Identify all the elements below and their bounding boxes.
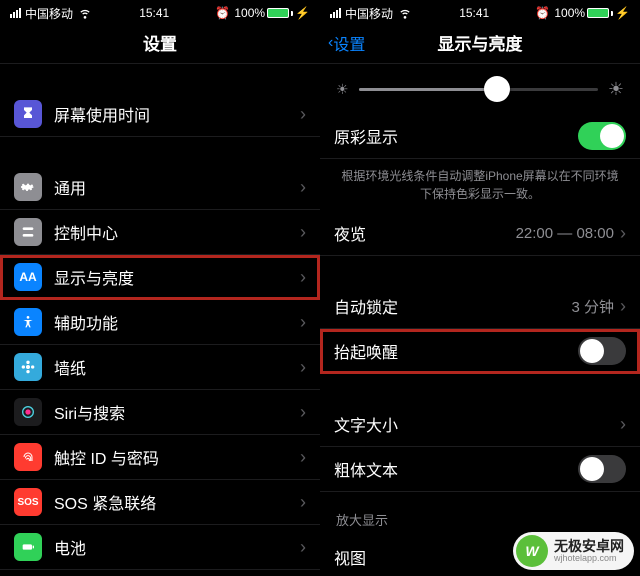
sun-small-icon: ☀︎ <box>336 81 349 98</box>
row-label: 屏幕使用时间 <box>54 102 300 126</box>
chevron-right-icon: › <box>300 447 306 468</box>
row-raise-to-wake: 抬起唤醒 <box>320 329 640 374</box>
watermark-logo-icon: W <box>516 535 548 567</box>
time-label: 15:41 <box>459 6 489 20</box>
row-value: 22:00 — 08:00 <box>516 225 614 242</box>
sos-icon: SOS <box>14 488 42 516</box>
row-label: 电池 <box>54 535 300 559</box>
fingerprint-icon <box>14 443 42 471</box>
switches-icon <box>14 218 42 246</box>
watermark-url: wjhotelapp.com <box>554 554 624 563</box>
row-label: Siri与搜索 <box>54 400 300 424</box>
row-label: 辅助功能 <box>54 310 300 334</box>
row-control-center[interactable]: 控制中心 › <box>0 210 320 255</box>
row-text-size[interactable]: 文字大小 › <box>320 402 640 447</box>
sun-large-icon: ☀︎ <box>608 79 624 100</box>
wifi-icon <box>397 4 413 23</box>
row-label: 显示与亮度 <box>54 265 300 289</box>
row-touch-id[interactable]: 触控 ID 与密码 › <box>0 435 320 480</box>
chevron-right-icon: › <box>300 222 306 243</box>
row-label: 触控 ID 与密码 <box>54 445 300 469</box>
true-tone-toggle[interactable] <box>578 122 626 150</box>
wifi-icon <box>77 4 93 23</box>
alarm-icon: ⏰ <box>215 6 230 20</box>
row-sos[interactable]: SOS SOS 紧急联络 › <box>0 480 320 525</box>
status-bar: 中国移动 15:41 ⏰ 100% ⚡ <box>0 0 320 22</box>
signal-icon <box>330 8 341 18</box>
row-bold-text: 粗体文本 <box>320 447 640 492</box>
raise-to-wake-toggle[interactable] <box>578 337 626 365</box>
hourglass-icon <box>14 100 42 128</box>
status-bar: 中国移动 15:41 ⏰ 100% ⚡ <box>320 0 640 22</box>
text-size-icon: AA <box>14 263 42 291</box>
chevron-right-icon: › <box>300 537 306 558</box>
row-label: SOS 紧急联络 <box>54 490 300 514</box>
row-wallpaper[interactable]: 墙纸 › <box>0 345 320 390</box>
row-label: 原彩显示 <box>334 124 578 148</box>
signal-icon <box>10 8 21 18</box>
watermark-title: 无极安卓网 <box>554 539 624 554</box>
battery-indicator: 100% ⚡ <box>554 6 630 20</box>
row-label: 控制中心 <box>54 220 300 244</box>
chevron-right-icon: › <box>300 177 306 198</box>
row-siri[interactable]: Siri与搜索 › <box>0 390 320 435</box>
chevron-right-icon: › <box>300 357 306 378</box>
chevron-right-icon: › <box>300 312 306 333</box>
gear-icon <box>14 173 42 201</box>
battery-indicator: 100% ⚡ <box>234 6 310 20</box>
chevron-right-icon: › <box>300 104 306 125</box>
charging-icon: ⚡ <box>295 6 310 20</box>
time-label: 15:41 <box>139 6 169 20</box>
row-privacy[interactable]: 隐私 › <box>0 570 320 576</box>
settings-screen: 中国移动 15:41 ⏰ 100% ⚡ 设置 屏幕使用时间 › <box>0 0 320 576</box>
true-tone-footnote: 根据环境光线条件自动调整iPhone屏幕以在不同环境下保持色彩显示一致。 <box>320 159 640 211</box>
row-accessibility[interactable]: 辅助功能 › <box>0 300 320 345</box>
row-display-brightness[interactable]: AA 显示与亮度 › <box>0 255 320 300</box>
row-general[interactable]: 通用 › <box>0 165 320 210</box>
navbar: 设置 <box>0 22 320 64</box>
display-brightness-screen: 中国移动 15:41 ⏰ 100% ⚡ ‹设置 显示与亮度 ☀︎ ☀︎ 原彩 <box>320 0 640 576</box>
brightness-slider[interactable]: ☀︎ ☀︎ <box>320 64 640 114</box>
chevron-right-icon: › <box>300 402 306 423</box>
siri-icon <box>14 398 42 426</box>
page-title: 显示与亮度 <box>438 30 523 55</box>
accessibility-icon <box>14 308 42 336</box>
chevron-right-icon: › <box>620 414 626 435</box>
flower-icon <box>14 353 42 381</box>
battery-icon <box>14 533 42 561</box>
row-label: 夜览 <box>334 221 516 245</box>
row-label: 文字大小 <box>334 412 620 436</box>
carrier-label: 中国移动 <box>345 5 393 22</box>
row-auto-lock[interactable]: 自动锁定 3 分钟 › <box>320 284 640 329</box>
row-night-shift[interactable]: 夜览 22:00 — 08:00 › <box>320 211 640 256</box>
alarm-icon: ⏰ <box>535 6 550 20</box>
chevron-right-icon: › <box>300 492 306 513</box>
page-title: 设置 <box>143 30 177 55</box>
bold-text-toggle[interactable] <box>578 455 626 483</box>
row-label: 抬起唤醒 <box>334 339 578 363</box>
row-screen-time[interactable]: 屏幕使用时间 › <box>0 92 320 137</box>
row-label: 自动锁定 <box>334 294 571 318</box>
row-label: 粗体文本 <box>334 457 578 481</box>
back-button[interactable]: ‹设置 <box>328 31 365 55</box>
row-battery[interactable]: 电池 › <box>0 525 320 570</box>
row-label: 墙纸 <box>54 355 300 379</box>
charging-icon: ⚡ <box>615 6 630 20</box>
battery-icon <box>267 8 289 18</box>
carrier-label: 中国移动 <box>25 5 73 22</box>
row-true-tone: 原彩显示 <box>320 114 640 159</box>
zoom-header: 放大显示 <box>320 492 640 535</box>
row-value: 3 分钟 <box>571 296 614 317</box>
navbar: ‹设置 显示与亮度 <box>320 22 640 64</box>
chevron-right-icon: › <box>620 296 626 317</box>
chevron-right-icon: › <box>620 223 626 244</box>
chevron-right-icon: › <box>300 267 306 288</box>
row-label: 通用 <box>54 175 300 199</box>
watermark: W 无极安卓网 wjhotelapp.com <box>513 532 634 570</box>
battery-icon <box>587 8 609 18</box>
